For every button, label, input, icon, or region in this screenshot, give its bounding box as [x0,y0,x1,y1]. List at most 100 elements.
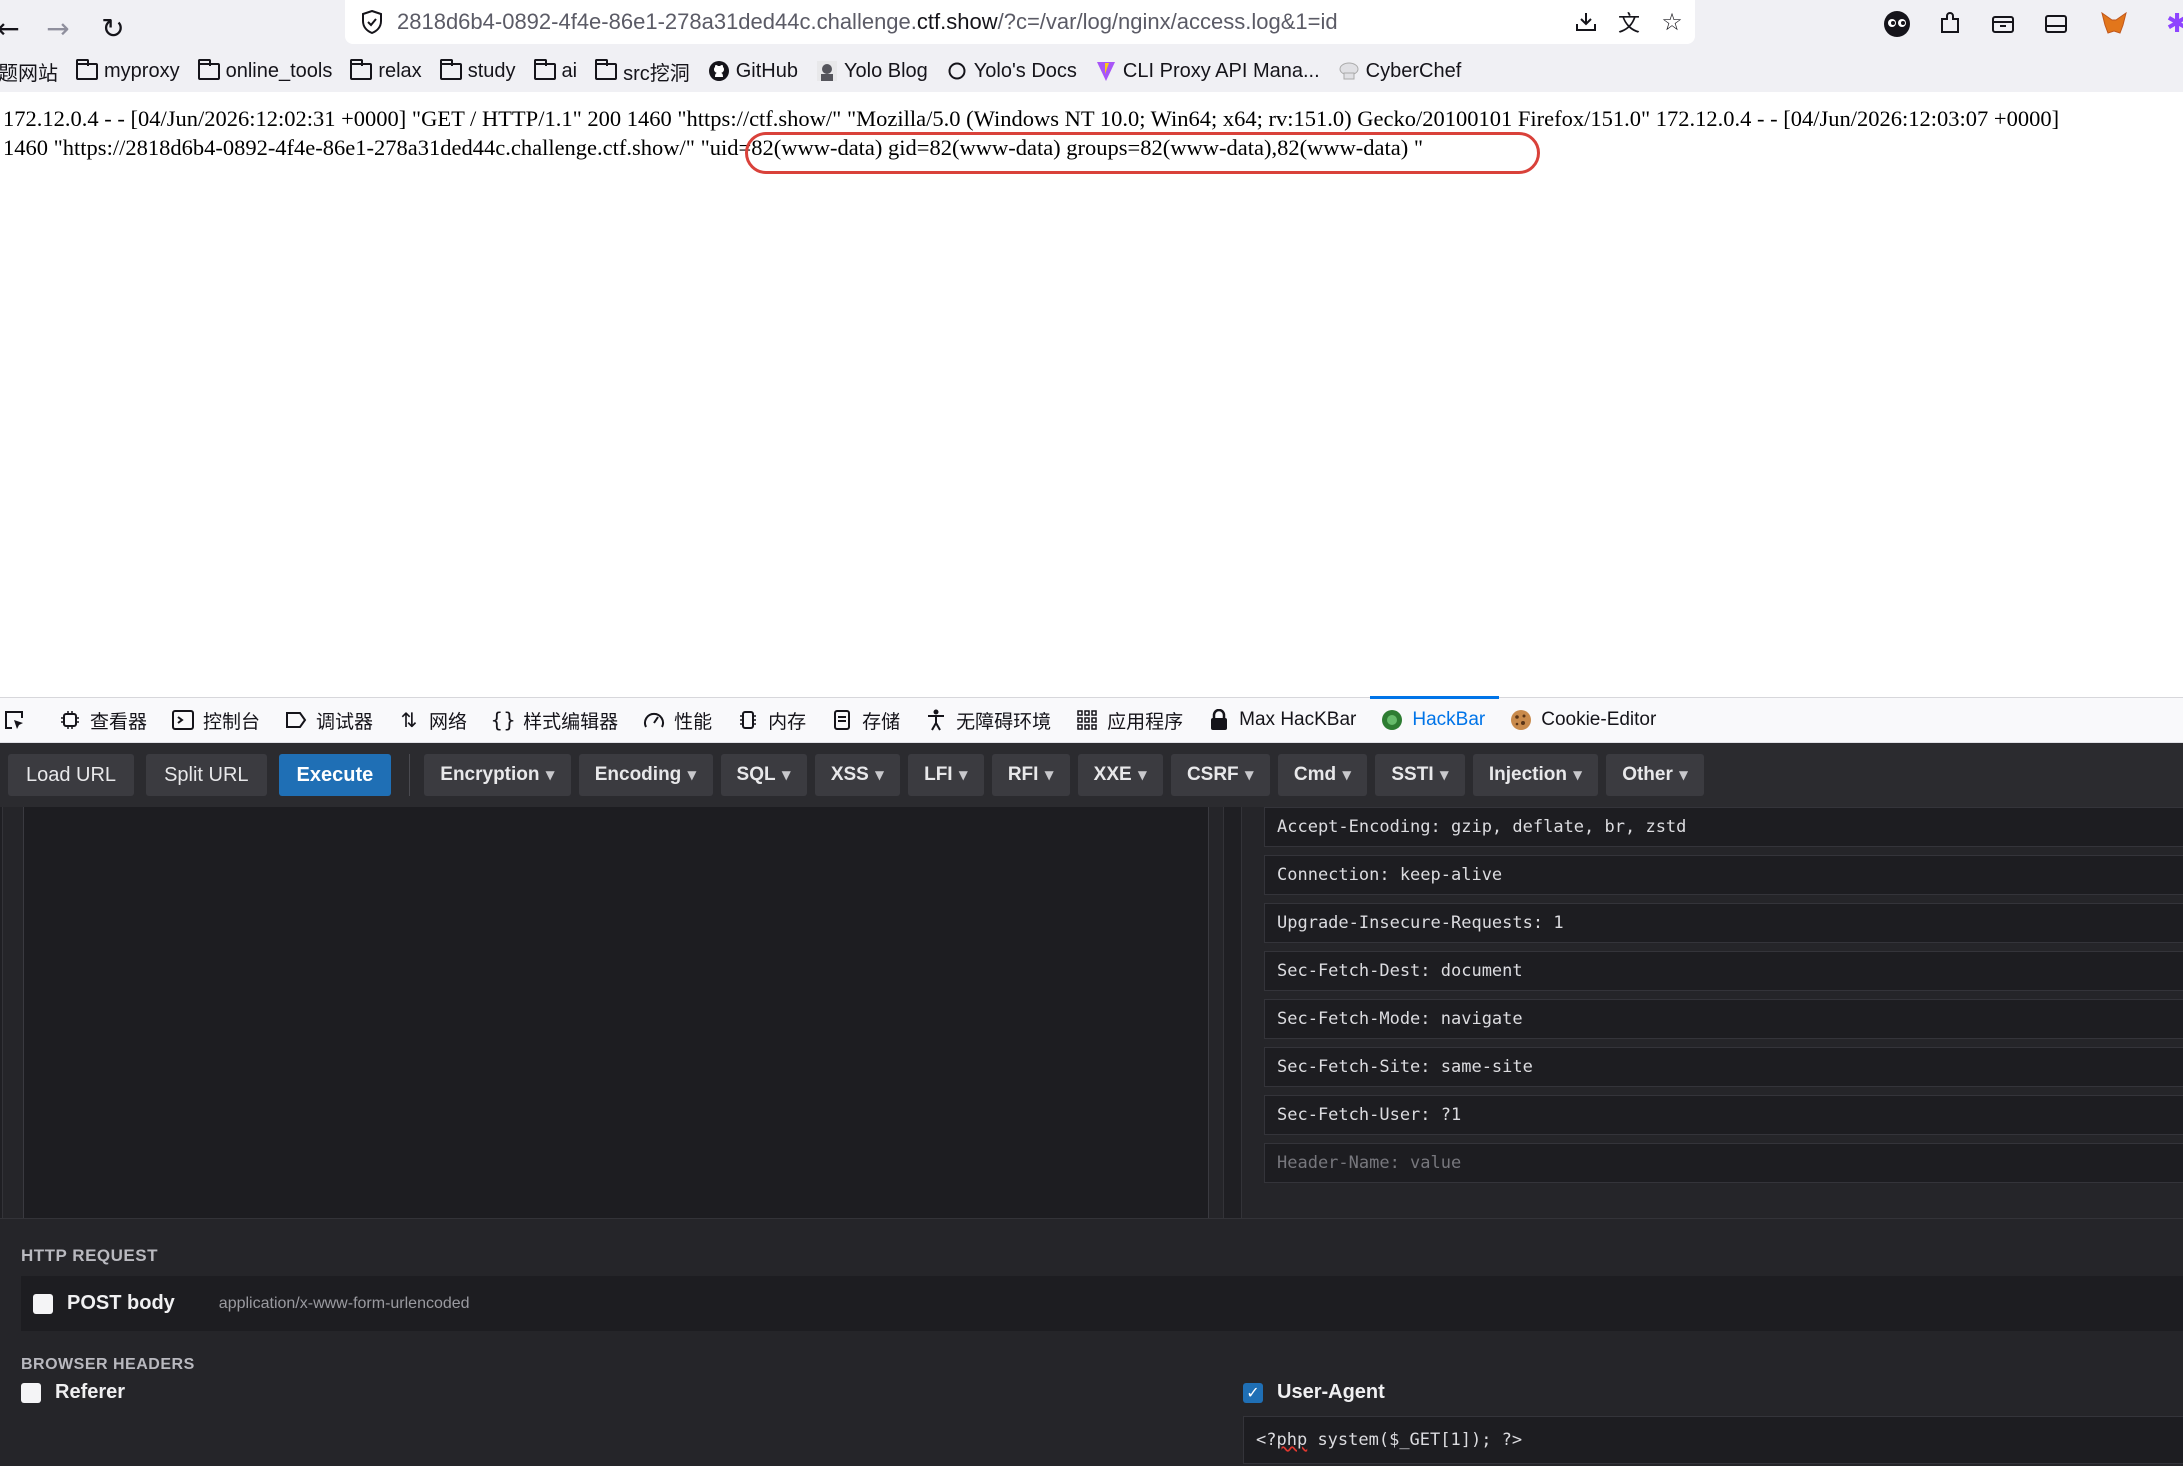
header-row[interactable]: Sec-Fetch-Mode: navigate [1264,999,2183,1039]
header-row[interactable]: Connection: keep-alive [1264,855,2183,895]
tab-performance[interactable]: 性能 [632,697,726,743]
caret-down-icon: ▼ [1678,768,1689,782]
bookmark-folder-study[interactable]: study [439,58,516,83]
tab-label: 性能 [674,711,713,733]
style-editor-icon: {} [490,708,516,732]
menu-label: XXE [1093,764,1132,785]
post-body-checkbox[interactable] [33,1293,53,1314]
bookmark-item[interactable]: 题网站 [0,57,58,86]
translate-icon[interactable]: 文 [1613,6,1645,38]
menu-label: LFI [924,764,953,785]
url-textarea[interactable] [23,807,1209,1244]
tab-network[interactable]: ⇅ 网络 [387,697,481,743]
menu-label: SSTI [1391,764,1434,785]
sidebar-icon[interactable] [2036,4,2076,44]
injection-menu[interactable]: Injection ▼ [1472,754,1599,796]
bookmark-label: CyberChef [1365,59,1462,82]
execute-button[interactable]: Execute [278,754,392,796]
encoding-menu[interactable]: Encoding ▼ [578,754,713,796]
cmd-menu[interactable]: Cmd ▼ [1277,754,1368,796]
bookmark-yolo-blog[interactable]: Yolo Blog [816,60,928,83]
menu-label: Encryption [440,764,540,785]
address-bar[interactable]: 2818d6b4-0892-4f4e-86e1-278a31ded44c.cha… [345,0,1695,44]
tab-label: 调试器 [316,711,374,733]
tab-memory[interactable]: 内存 [726,697,820,743]
other-menu[interactable]: Other ▼ [1606,754,1705,796]
caret-down-icon: ▼ [1439,768,1449,782]
bookmark-folder-myproxy[interactable]: myproxy [76,58,180,83]
container-icon[interactable] [1983,4,2023,44]
tab-cookie-editor[interactable]: Cookie-Editor [1499,697,1670,743]
caret-down-icon: ▼ [1342,768,1352,782]
encryption-menu[interactable]: Encryption ▼ [424,754,571,796]
bookmark-folder-src[interactable]: src挖洞 [595,57,690,86]
tab-max-hackbar[interactable]: Max HacKBar [1197,697,1370,743]
bookmark-yolo-docs[interactable]: Yolo's Docs [946,60,1077,83]
network-icon: ⇅ [400,708,418,732]
browser-headers-title: BROWSER HEADERS [21,1356,195,1373]
tab-style-editor[interactable]: {} 样式编辑器 [481,697,632,743]
caret-down-icon: ▼ [545,768,555,782]
header-row[interactable]: Sec-Fetch-User: ?1 [1264,1095,2183,1135]
extension-asterisk-icon[interactable]: ✱ [2157,4,2183,44]
bookmark-folder-ai[interactable]: ai [533,58,577,83]
bookmark-cli-proxy[interactable]: CLI Proxy API Mana... [1095,60,1320,83]
extensions-puzzle-icon[interactable] [1930,4,1970,44]
load-url-button[interactable]: Load URL [8,754,135,796]
sql-menu[interactable]: SQL ▼ [720,754,807,796]
ssti-menu[interactable]: SSTI ▼ [1375,754,1465,796]
header-row[interactable]: Upgrade-Insecure-Requests: 1 [1264,903,2183,943]
back-arrow-icon[interactable]: ← [0,6,30,50]
tab-label: 应用程序 [1107,711,1184,733]
tab-storage[interactable]: 存储 [820,697,914,743]
user-agent-input[interactable]: <? php system($_GET[1]); ?> [1243,1416,2183,1464]
rfi-menu[interactable]: RFI ▼ [991,754,1070,796]
reload-icon[interactable]: ↻ [91,6,135,50]
forward-arrow-icon[interactable]: → [36,6,80,50]
metamask-fox-icon[interactable] [2094,4,2134,44]
xss-menu[interactable]: XSS ▼ [814,754,901,796]
accessibility-icon [924,708,948,732]
xxe-menu[interactable]: XXE ▼ [1077,754,1163,796]
post-body-content-type[interactable]: application/x-www-form-urlencoded [219,1295,470,1313]
split-url-button[interactable]: Split URL [146,754,267,796]
shield-icon[interactable] [357,7,387,37]
element-picker-icon [2,708,26,732]
element-picker[interactable] [0,697,48,743]
header-row[interactable]: Sec-Fetch-Site: same-site [1264,1047,2183,1087]
tab-label: Max HacKBar [1239,709,1357,730]
bookmark-folder-relax[interactable]: relax [350,58,422,83]
vite-icon [1095,62,1117,81]
tab-inspector[interactable]: 查看器 [48,697,161,743]
performance-icon [642,708,666,732]
hackbar-icon [1380,708,1404,732]
annotation-circle [745,132,1540,174]
tab-debugger[interactable]: 调试器 [274,697,387,743]
bookmark-github[interactable]: GitHub [708,60,798,83]
new-header-input[interactable]: Header-Name: value [1264,1143,2183,1183]
user-agent-checkbox[interactable]: ✓ [1243,1382,1263,1403]
user-agent-label: User-Agent [1277,1381,1385,1403]
tab-hackbar[interactable]: HackBar [1370,696,1500,743]
url-text[interactable]: 2818d6b4-0892-4f4e-86e1-278a31ded44c.cha… [397,9,1338,35]
bookmark-label: relax [378,59,422,82]
tab-label: 网络 [429,711,468,733]
bookmark-folder-online-tools[interactable]: online_tools [197,58,332,83]
tab-label: 无障碍环境 [956,711,1052,733]
header-row[interactable]: Sec-Fetch-Dest: document [1264,951,2183,991]
tab-accessibility[interactable]: 无障碍环境 [914,697,1065,743]
extension-eyes-icon[interactable] [1877,4,1917,44]
tab-console[interactable]: 控制台 [161,697,274,743]
avatar-icon [816,61,838,81]
bookmark-label: myproxy [104,59,180,82]
bookmark-star-icon[interactable]: ☆ [1656,6,1688,38]
referer-checkbox[interactable] [21,1382,41,1403]
bookmark-cyberchef[interactable]: CyberChef [1338,59,1462,83]
application-icon [1075,708,1099,732]
download-icon[interactable] [1570,6,1602,38]
csrf-menu[interactable]: CSRF ▼ [1170,754,1270,796]
lfi-menu[interactable]: LFI ▼ [908,754,984,796]
header-row[interactable]: Accept-Encoding: gzip, deflate, br, zstd [1264,807,2183,847]
tab-application[interactable]: 应用程序 [1065,697,1197,743]
inspector-icon [58,708,82,732]
